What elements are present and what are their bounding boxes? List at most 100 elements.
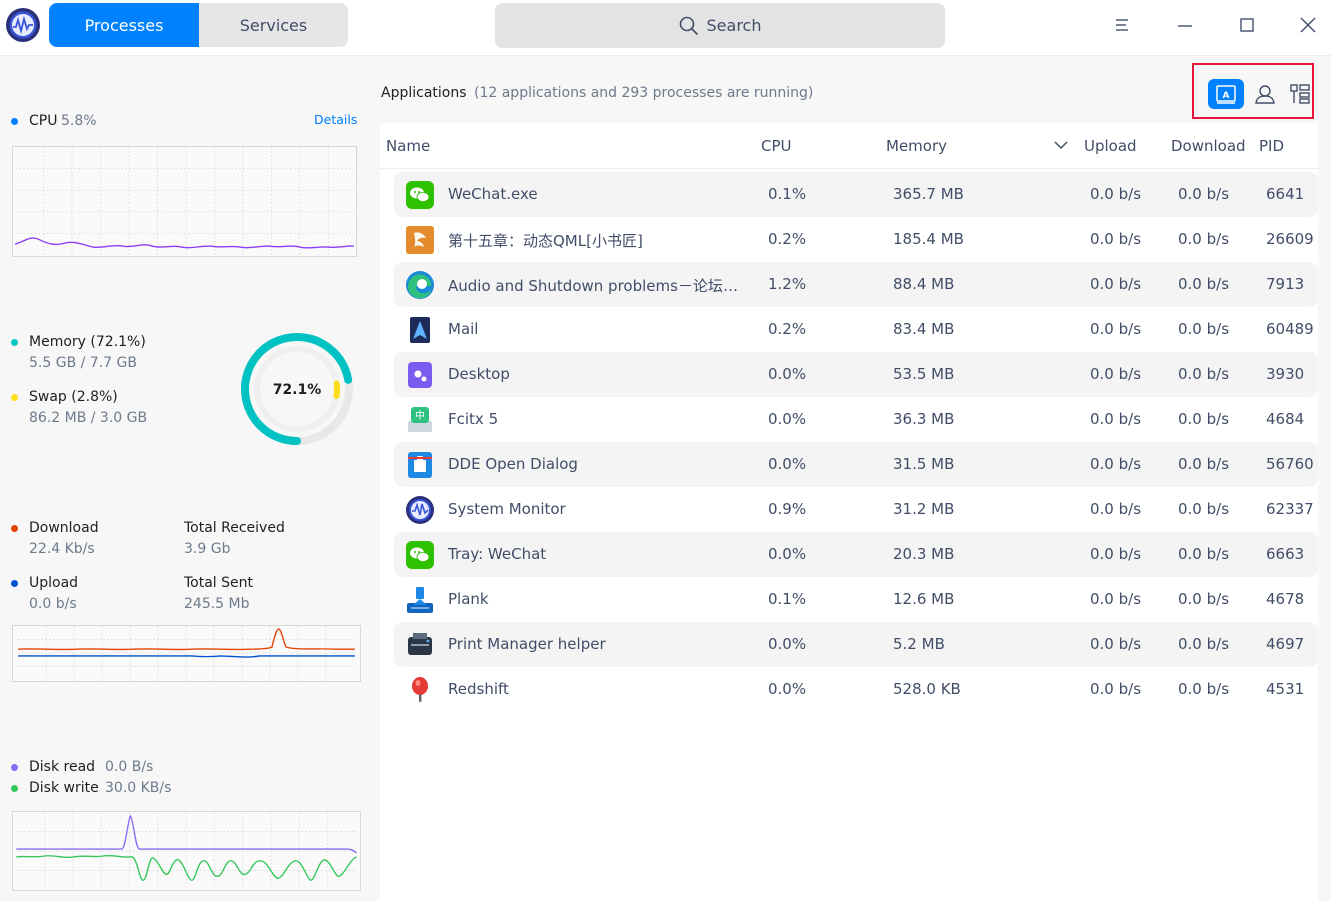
applications-view-button[interactable]: A <box>1208 79 1244 109</box>
system-monitor-logo-icon <box>6 8 40 42</box>
applications-view-icon: A <box>1216 85 1236 104</box>
disk-read-legend-dot <box>11 764 18 771</box>
column-upload[interactable]: Upload <box>1084 137 1137 155</box>
disk-read-line <box>16 814 358 854</box>
process-download: 0.0 b/s <box>1178 455 1230 473</box>
table-row[interactable]: 中 Fcitx 5 0.0% 36.3 MB 0.0 b/s 0.0 b/s 4684 <box>394 397 1318 442</box>
keyboard-icon: 中 <box>408 407 432 432</box>
process-name: 第十五章：动态QML[小书匠] <box>448 232 643 250</box>
column-name[interactable]: Name <box>386 137 430 155</box>
disk-write-value: 30.0 KB/s <box>105 780 172 796</box>
swap-used: 86.2 MB / 3.0 GB <box>29 410 148 426</box>
maximize-icon[interactable] <box>1234 12 1260 38</box>
user-processes-view-button[interactable] <box>1247 79 1283 109</box>
process-cpu: 0.9% <box>768 500 807 518</box>
table-header: Name CPU Memory Upload Download PID <box>380 123 1318 169</box>
table-row[interactable]: Tray: WeChat 0.0% 20.3 MB 0.0 b/s 0.0 b/s 666… <box>394 532 1318 577</box>
process-cpu: 0.1% <box>768 185 807 203</box>
network-graph-grid <box>18 626 355 681</box>
cpu-legend-dot <box>11 118 18 125</box>
process-memory: 528.0 KB <box>893 680 961 698</box>
process-name: Audio and Shutdown problems－论坛－… <box>448 277 743 295</box>
process-download: 0.0 b/s <box>1178 185 1230 203</box>
process-download: 0.0 b/s <box>1178 680 1230 698</box>
process-tree-icon <box>1290 84 1310 104</box>
process-upload: 0.0 b/s <box>1090 275 1142 293</box>
disk-write-label: Disk write <box>29 780 99 796</box>
minimize-icon[interactable] <box>1172 12 1198 38</box>
title-bar: Processes Services Search <box>0 0 1331 56</box>
table-row[interactable]: Plank 0.1% 12.6 MB 0.0 b/s 0.0 b/s 4678 <box>394 577 1318 622</box>
network-history-graph <box>12 625 361 682</box>
cpu-details-link[interactable]: Details <box>314 112 357 127</box>
column-pid[interactable]: PID <box>1259 137 1284 155</box>
process-pid: 6663 <box>1266 545 1305 563</box>
table-row[interactable]: DDE Open Dialog 0.0% 31.5 MB 0.0 b/s 0.0 b/s… <box>394 442 1318 487</box>
process-upload: 0.0 b/s <box>1090 365 1142 383</box>
process-memory: 83.4 MB <box>893 320 955 338</box>
process-download: 0.0 b/s <box>1178 545 1230 563</box>
download-label: Download <box>29 520 99 536</box>
total-sent-value: 245.5 Mb <box>184 596 250 612</box>
book-reader-icon <box>406 226 434 254</box>
table-row[interactable]: Desktop 0.0% 53.5 MB 0.0 b/s 0.0 b/s 3930 <box>394 352 1318 397</box>
disk-graph-grid <box>16 812 357 890</box>
system-summary-panel: CPU 5.8% Details Memory (72.1%) 5.5 GB /… <box>0 57 372 901</box>
svg-text:A: A <box>1223 91 1230 101</box>
tab-services[interactable]: Services <box>199 3 348 47</box>
process-memory: 20.3 MB <box>893 545 955 563</box>
user-icon <box>1255 85 1275 104</box>
process-pid: 7913 <box>1266 275 1305 293</box>
upload-line <box>18 655 355 658</box>
view-tabs: Processes Services <box>49 3 348 47</box>
process-cpu: 0.0% <box>768 365 807 383</box>
upload-value: 0.0 b/s <box>29 596 77 612</box>
process-name: Plank <box>448 590 489 608</box>
disk-read-value: 0.0 B/s <box>105 759 154 775</box>
all-processes-view-button[interactable] <box>1282 79 1318 109</box>
menu-icon[interactable] <box>1109 12 1135 38</box>
process-cpu: 0.2% <box>768 230 807 248</box>
cpu-usage-line <box>14 237 354 249</box>
upload-label: Upload <box>29 575 79 591</box>
table-row[interactable]: System Monitor 0.9% 31.2 MB 0.0 b/s 0.0 b/s 6… <box>394 487 1318 532</box>
table-row[interactable]: Mail 0.2% 83.4 MB 0.0 b/s 0.0 b/s 60489 <box>394 307 1318 352</box>
close-icon[interactable] <box>1295 12 1321 38</box>
process-upload: 0.0 b/s <box>1090 410 1142 428</box>
file-dialog-icon <box>408 452 432 478</box>
desktop-icon <box>408 362 432 388</box>
process-upload: 0.0 b/s <box>1090 455 1142 473</box>
table-row[interactable]: WeChat.exe 0.1% 365.7 MB 0.0 b/s 0.0 b/s 6641 <box>394 172 1318 217</box>
cpu-value: 5.8% <box>61 113 97 129</box>
process-view-switcher: A <box>1192 63 1314 119</box>
process-memory: 88.4 MB <box>893 275 955 293</box>
cpu-history-graph <box>12 146 357 257</box>
search-input[interactable]: Search <box>495 3 945 48</box>
applications-heading: Applications <box>381 85 467 101</box>
process-download: 0.0 b/s <box>1178 590 1230 608</box>
table-row[interactable]: Audio and Shutdown problems－论坛－… 1.2% 88.4… <box>394 262 1318 307</box>
table-row[interactable]: Redshift 0.0% 528.0 KB 0.0 b/s 0.0 b/s 4531 <box>394 667 1318 712</box>
download-value: 22.4 Kb/s <box>29 541 95 557</box>
column-download[interactable]: Download <box>1171 137 1246 155</box>
memory-ring-value: 72.1% <box>273 382 322 398</box>
process-pid: 26609 <box>1266 230 1314 248</box>
printer-icon <box>408 633 432 655</box>
edge-browser-icon <box>406 271 434 299</box>
process-memory: 36.3 MB <box>893 410 955 428</box>
table-row[interactable]: Print Manager helper 0.0% 5.2 MB 0.0 b/s 0.0… <box>394 622 1318 667</box>
tab-processes[interactable]: Processes <box>49 3 199 47</box>
sort-descending-icon[interactable] <box>1054 140 1068 150</box>
process-download: 0.0 b/s <box>1178 275 1230 293</box>
column-cpu[interactable]: CPU <box>761 137 792 155</box>
process-cpu: 0.0% <box>768 455 807 473</box>
process-name: System Monitor <box>448 500 566 518</box>
process-name: Tray: WeChat <box>448 545 547 563</box>
process-upload: 0.0 b/s <box>1090 680 1142 698</box>
search-placeholder: Search <box>706 16 762 35</box>
table-row[interactable]: 第十五章：动态QML[小书匠] 0.2% 185.4 MB 0.0 b/s 0.0 b/… <box>394 217 1318 262</box>
column-memory[interactable]: Memory <box>886 137 947 155</box>
process-panel: Applications (12 applications and 293 pr… <box>380 57 1331 901</box>
process-cpu: 0.0% <box>768 680 807 698</box>
disk-write-line <box>16 854 357 881</box>
